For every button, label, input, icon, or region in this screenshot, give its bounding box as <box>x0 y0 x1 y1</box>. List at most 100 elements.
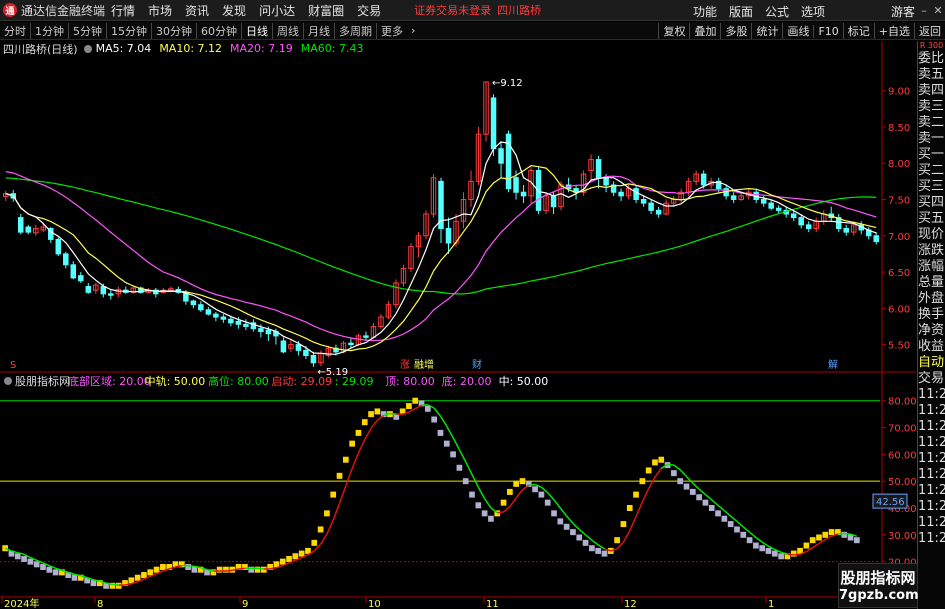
sidebar-item[interactable]: 收益 <box>918 339 945 355</box>
indicator-block <box>488 515 494 522</box>
candle-body <box>843 228 849 233</box>
indicator-block <box>652 459 658 466</box>
sidebar-item[interactable]: 卖二 <box>918 115 945 131</box>
event-marker: 涨 <box>400 359 410 371</box>
sidebar-item[interactable]: 卖四 <box>918 83 945 99</box>
indicator-block <box>14 553 21 560</box>
indicator-block <box>185 564 191 570</box>
sidebar-item[interactable]: 11:29 <box>918 403 945 419</box>
candle-body <box>498 148 504 164</box>
indicator-block <box>841 531 848 538</box>
sidebar-item[interactable]: 11:29 <box>918 483 945 499</box>
sidebar-item[interactable]: 买一 <box>918 147 945 163</box>
minimize-icon[interactable]: – <box>917 4 931 17</box>
event-marker: S <box>10 360 16 371</box>
sidebar-item[interactable]: 涨幅 <box>918 259 945 275</box>
sidebar-item[interactable]: 买三 <box>918 179 945 195</box>
indicator-block <box>626 505 633 511</box>
indicator-signal-line <box>698 488 706 496</box>
candle-body <box>798 217 804 226</box>
sidebar-item[interactable]: 11:29 <box>918 467 945 483</box>
sidebar-item[interactable]: 买四 <box>918 195 945 211</box>
sidebar-item[interactable]: 委比 <box>918 51 945 67</box>
sidebar-item[interactable]: 净资 <box>918 323 945 339</box>
ma5-line <box>5 141 877 355</box>
close-icon[interactable]: ✕ <box>931 4 945 17</box>
indicator-block <box>708 505 715 511</box>
indicator-block <box>595 547 602 554</box>
stock-chart[interactable]: 9.008.508.007.507.006.506.005.50←9.12←5.… <box>0 0 916 609</box>
candle-body <box>213 313 219 318</box>
candle-body <box>78 275 84 282</box>
sidebar-item[interactable]: 11:29 <box>918 515 945 531</box>
candle-body <box>640 198 647 204</box>
indicator-block <box>677 478 684 485</box>
indicator-block <box>40 564 46 570</box>
candle-body <box>595 159 602 179</box>
indicator-block <box>342 456 349 463</box>
indicator-block <box>570 529 576 536</box>
sidebar-item[interactable]: 11:29 <box>918 499 945 515</box>
indicator-block <box>538 491 545 498</box>
indicator-signal-line <box>635 501 644 518</box>
sidebar-item[interactable]: 总量 <box>918 275 945 291</box>
indicator-signal-line <box>755 536 763 543</box>
indicator-name: 股朋指标网 <box>15 374 70 388</box>
sidebar-item[interactable]: 买二 <box>918 163 945 179</box>
indicator-block <box>336 472 343 479</box>
indicator-block <box>254 566 261 573</box>
date-tick-label: 11 <box>486 599 499 609</box>
candle-body <box>700 173 707 186</box>
price-tick-label: 8.50 <box>888 123 910 134</box>
indicator-block <box>469 491 475 498</box>
sidebar-item[interactable]: 11:29 <box>918 531 945 547</box>
candle-body <box>618 191 624 197</box>
sidebar-item[interactable]: 换手 <box>918 307 945 323</box>
sidebar-item[interactable]: 卖五 <box>918 67 945 83</box>
indicator-signal-line <box>673 464 681 471</box>
date-tick-label: 10 <box>368 599 381 609</box>
indicator-signal-line <box>225 569 233 572</box>
indicator-signal-line <box>112 583 119 586</box>
indicator-signal-line <box>503 506 511 513</box>
candle-body <box>243 323 249 327</box>
indicator-block <box>639 478 646 485</box>
candle-body <box>265 329 272 335</box>
sidebar-item[interactable]: 11:29 <box>918 435 945 451</box>
sidebar-item[interactable]: 11:29 <box>918 419 945 435</box>
sidebar-item[interactable]: 现价 <box>918 227 945 243</box>
sidebar-item[interactable]: 买五 <box>918 211 945 227</box>
candle-body <box>63 253 69 266</box>
indicator-block <box>46 566 53 573</box>
indicator-signal-line <box>408 408 416 413</box>
indicator-block <box>134 574 141 581</box>
indicator-signal-line <box>370 419 378 429</box>
price-tick-label: 5.50 <box>888 341 910 352</box>
sidebar-item[interactable]: 外盘 <box>918 291 945 307</box>
sidebar-top-tag: R 300 <box>919 41 944 50</box>
indicator-signal-line <box>515 489 524 499</box>
indicator-signal-line <box>844 532 851 535</box>
candle-body <box>190 300 197 306</box>
indicator-block <box>778 553 784 560</box>
candle-body <box>258 328 264 333</box>
indicator-value-label: 高位: 80.00 <box>208 374 269 388</box>
sidebar-item[interactable]: 交易 <box>918 371 945 387</box>
sidebar-item[interactable]: 卖三 <box>918 99 945 115</box>
indicator-block <box>507 488 513 495</box>
tool-back[interactable]: 返回 <box>914 23 945 39</box>
indicator-block <box>223 566 229 573</box>
indicator-settings-icon <box>4 377 12 385</box>
indicator-signal-line <box>364 427 372 440</box>
sidebar-item[interactable]: 自动 <box>918 355 945 371</box>
indicator-block <box>689 488 696 495</box>
sidebar-item[interactable]: 11:29 <box>918 451 945 467</box>
indicator-signal-line <box>484 498 492 509</box>
sidebar-item[interactable]: 涨跌 <box>918 243 945 259</box>
sidebar-item[interactable]: 11:29 <box>918 387 945 403</box>
indicator-block <box>481 510 488 517</box>
price-tick-label: 9.00 <box>888 87 910 98</box>
sidebar-item[interactable]: 卖一 <box>918 131 945 147</box>
indicator-signal-line <box>326 519 334 535</box>
indicator-block <box>828 529 835 536</box>
